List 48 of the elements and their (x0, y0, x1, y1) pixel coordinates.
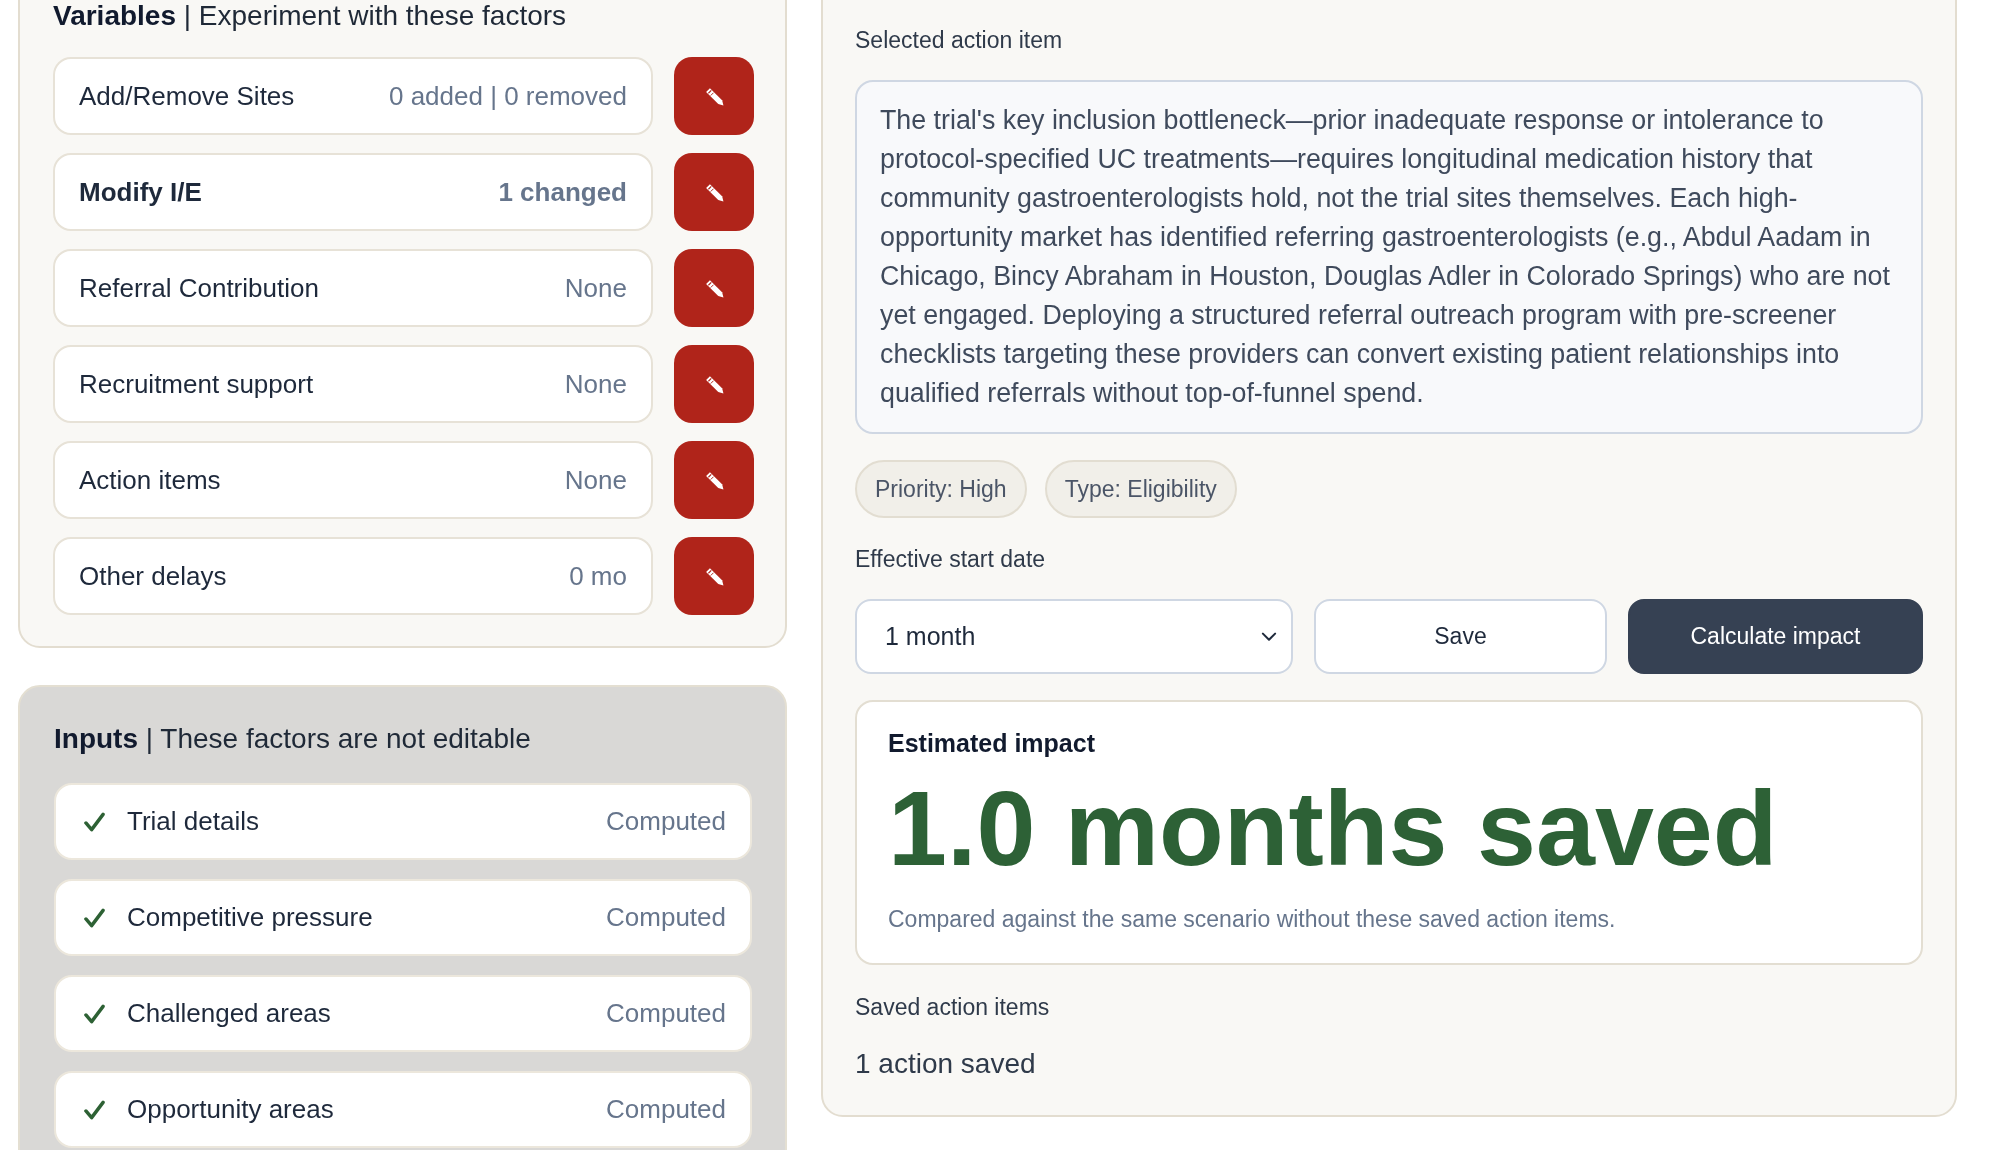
section-label: Saved action items (855, 993, 1051, 1021)
pencil-icon (704, 86, 724, 106)
start-date-select[interactable]: 1 month (855, 599, 1293, 674)
input-value: Computed (606, 902, 726, 933)
section-label: Selected action item (855, 26, 1064, 54)
input-label: Trial details (127, 806, 259, 837)
variable-value: None (564, 464, 627, 496)
edit-button[interactable] (674, 153, 754, 231)
pencil-icon (704, 566, 724, 586)
edit-button[interactable] (674, 57, 754, 135)
impact-title: Estimated impact (888, 728, 1096, 758)
tag-chip: Priority: High (855, 460, 1027, 518)
impact-value: 1.0 months saved (888, 773, 1779, 883)
edit-button[interactable] (674, 441, 754, 519)
variable-label: Modify I/E (79, 176, 202, 208)
pencil-icon (704, 278, 724, 298)
saved-count: 1 action saved (855, 1047, 1037, 1081)
variable-value: 1 changed (498, 176, 627, 208)
pencil-icon (704, 470, 724, 490)
impact-note: Compared against the same scenario without these saved action items. (888, 905, 1617, 933)
edit-button[interactable] (674, 345, 754, 423)
chevron-down-icon (1261, 631, 1277, 642)
variable-label: Other delays (79, 560, 227, 592)
input-value: Computed (606, 998, 726, 1029)
calculate-button[interactable]: Calculate impact (1628, 599, 1923, 674)
edit-button[interactable] (674, 537, 754, 615)
pencil-icon (704, 182, 724, 202)
variable-label: Referral Contribution (79, 272, 319, 304)
tag-chip: Type: Eligibility (1044, 460, 1237, 518)
variable-label: Action items (79, 464, 221, 496)
input-label: Competitive pressure (127, 902, 373, 933)
variable-value: 0 added | 0 removed (388, 80, 627, 112)
variable-label: Add/Remove Sites (79, 80, 295, 112)
variable-value: None (564, 272, 627, 304)
save-button[interactable]: Save (1314, 599, 1607, 674)
input-value: Computed (606, 1094, 726, 1125)
edit-button[interactable] (674, 249, 754, 327)
panel-title: Inputs | These factors are not editable (54, 723, 532, 755)
pencil-icon (704, 374, 724, 394)
input-label: Opportunity areas (127, 1094, 334, 1125)
input-value: Computed (606, 806, 726, 837)
variable-label: Recruitment support (79, 368, 314, 400)
variable-value: None (564, 368, 627, 400)
variable-value: 0 mo (569, 560, 627, 592)
action-description-field[interactable]: The trial's key inclusion bottleneck—prior inadequate response or intolerance to protocol-specified UC treatments—requires longitudinal medication history that community gastroenterologists hold, not the trial sites themselves. Each high-opportunity market has identified referring gastroenterologists (e.g., Abdul Aadam in Chicago, Bincy Abraham in Houston, Douglas Adler in Colorado Springs) who are not yet engaged. Deploying a structured referral outreach program with pre-screener checklists targeting these providers can convert existing patient relationships into qualified referrals without top-of-funnel spend. (855, 80, 1923, 434)
panel-title: Variables | Experiment with these factors (53, 0, 568, 32)
field-label: Effective start date (855, 545, 1047, 573)
input-label: Challenged areas (127, 998, 331, 1029)
